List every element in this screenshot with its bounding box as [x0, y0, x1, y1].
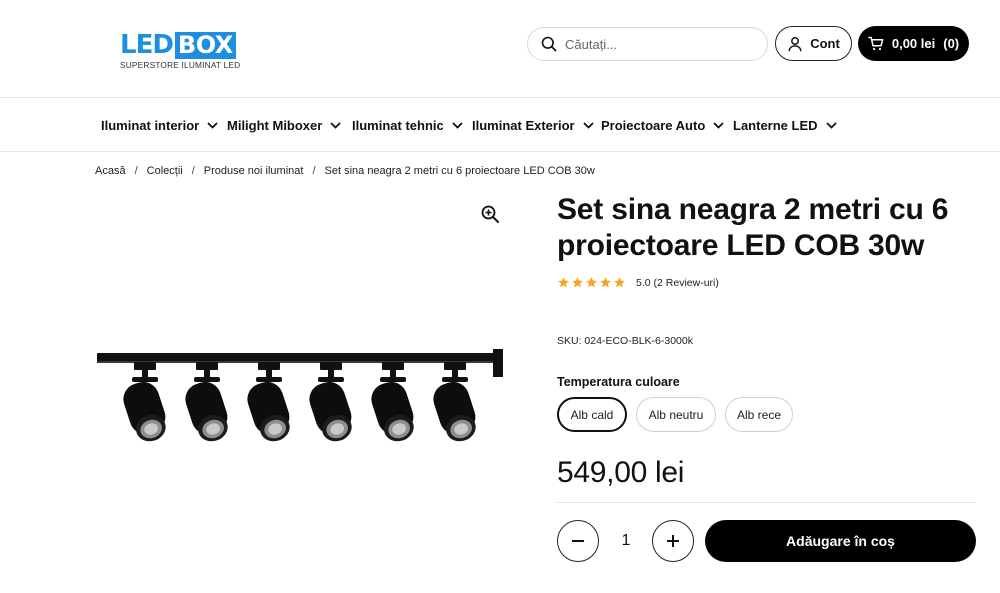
star-icon	[600, 277, 611, 288]
quantity-value[interactable]: 1	[606, 520, 646, 562]
nav-item-proiectoare-auto[interactable]: Proiectoare Auto	[601, 99, 724, 151]
rating-stars	[557, 276, 626, 289]
quantity-decrease-button[interactable]	[557, 520, 599, 562]
account-label: Cont	[810, 36, 840, 51]
star-icon	[586, 277, 597, 288]
cart-count: (0)	[943, 36, 960, 51]
spotlight	[247, 362, 290, 442]
option-alb-rece[interactable]: Alb rece	[725, 397, 793, 432]
site-logo[interactable]: LED BOX SUPERSTORE ILUMINAT LED	[120, 32, 244, 72]
product-price: 549,00 lei	[557, 456, 685, 489]
breadcrumb-link-collections[interactable]: Colecții	[147, 165, 183, 177]
nav-item-milight-miboxer[interactable]: Milight Miboxer	[227, 99, 341, 151]
quantity-increase-button[interactable]	[652, 520, 694, 562]
chevron-down-icon	[582, 121, 594, 129]
product-sku: SKU: 024-ECO-BLK-6-3000k	[557, 335, 693, 347]
nav-item-iluminat-exterior[interactable]: Iluminat Exterior	[472, 99, 594, 151]
spotlight	[185, 362, 228, 442]
search-bar[interactable]	[527, 27, 768, 61]
star-icon	[614, 277, 625, 288]
logo-wordmark: LED BOX	[120, 32, 244, 59]
user-icon	[788, 36, 802, 51]
breadcrumb-link-category[interactable]: Produse noi iluminat	[204, 165, 304, 177]
cart-total: 0,00 lei	[891, 36, 936, 51]
search-input[interactable]	[565, 36, 755, 52]
search-icon	[541, 36, 557, 52]
divider	[557, 502, 976, 503]
cart-button[interactable]: 0,00 lei (0)	[858, 26, 969, 61]
logo-led-text: LED	[120, 30, 174, 60]
cart-icon	[868, 36, 884, 51]
chevron-down-icon	[207, 121, 218, 129]
spotlight	[433, 362, 476, 442]
product-rating[interactable]: 5.0 (2 Review-uri)	[557, 276, 719, 289]
zoom-in-icon[interactable]	[480, 204, 500, 224]
breadcrumb-current: Set sina neagra 2 metri cu 6 proiectoare…	[324, 165, 595, 177]
logo-tagline: SUPERSTORE ILUMINAT LED	[120, 60, 241, 70]
product-image[interactable]	[95, 335, 505, 455]
track-rail	[97, 353, 503, 362]
nav-item-iluminat-interior[interactable]: Iluminat interior	[101, 99, 218, 151]
account-button[interactable]: Cont	[775, 26, 852, 61]
minus-icon	[572, 540, 584, 542]
nav-item-label: Lanterne LED	[733, 117, 818, 133]
breadcrumb-link-home[interactable]: Acasă	[95, 165, 126, 177]
nav-item-label: Iluminat tehnic	[352, 117, 444, 133]
star-icon	[572, 277, 583, 288]
nav-item-label: Iluminat Exterior	[472, 117, 575, 133]
chevron-down-icon	[713, 121, 724, 129]
breadcrumb-separator: /	[134, 165, 138, 177]
logo-box-text: BOX	[174, 32, 236, 59]
plus-icon	[667, 535, 679, 547]
star-icon	[558, 277, 569, 288]
chevron-down-icon	[330, 121, 341, 129]
breadcrumb-separator: /	[312, 165, 316, 177]
nav-item-lanterne-led[interactable]: Lanterne LED	[733, 99, 837, 151]
option-alb-cald[interactable]: Alb cald	[557, 397, 627, 432]
main-navigation: Iluminat interior Milight Miboxer Ilumin…	[0, 99, 1000, 152]
option-label: Temperatura culoare	[557, 375, 680, 389]
spotlight	[371, 362, 414, 442]
product-title: Set sina neagra 2 metri cu 6 proiectoare…	[557, 193, 949, 262]
site-header: LED BOX SUPERSTORE ILUMINAT LED Cont 0,0…	[0, 0, 1000, 98]
rating-text: 5.0 (2 Review-uri)	[636, 276, 719, 289]
breadcrumb-separator: /	[191, 165, 195, 177]
spotlight	[123, 362, 166, 442]
chevron-down-icon	[825, 121, 837, 129]
option-alb-neutru[interactable]: Alb neutru	[636, 397, 716, 432]
nav-item-iluminat-tehnic[interactable]: Iluminat tehnic	[352, 99, 463, 151]
add-to-cart-button[interactable]: Adăugare în coș	[705, 520, 976, 562]
nav-item-label: Proiectoare Auto	[601, 117, 706, 133]
nav-item-label: Iluminat interior	[101, 117, 200, 133]
breadcrumb: Acasă / Colecții / Produse noi iluminat …	[95, 165, 595, 177]
spotlight	[309, 362, 352, 442]
nav-item-label: Milight Miboxer	[227, 117, 323, 133]
chevron-down-icon	[452, 121, 463, 129]
